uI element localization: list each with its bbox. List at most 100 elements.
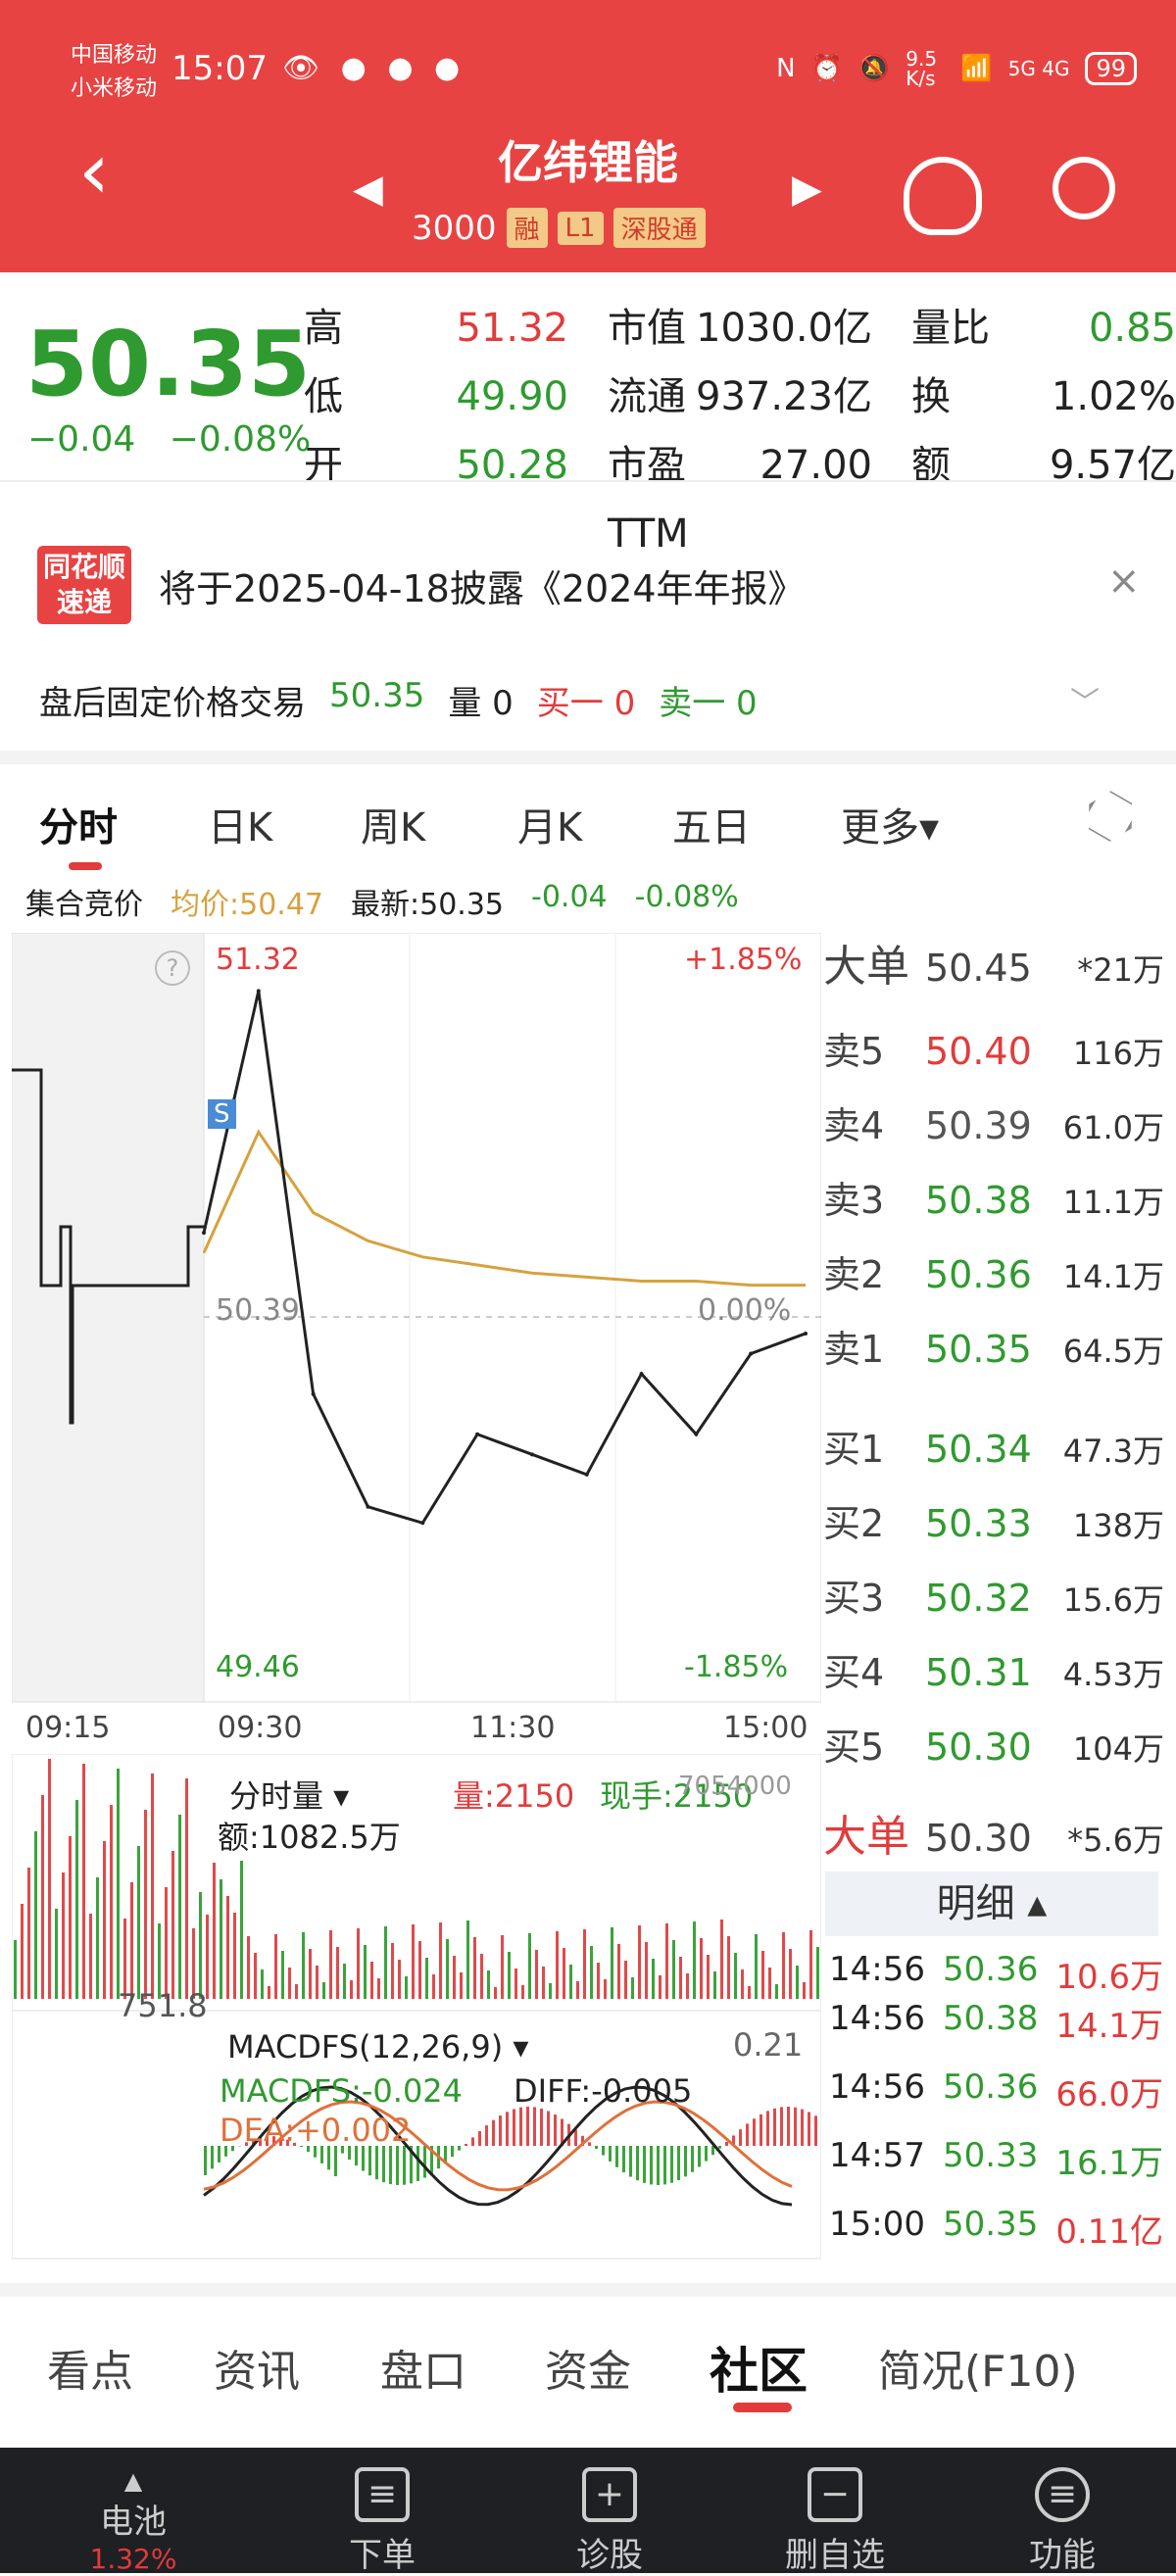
signal-s-icon[interactable]: S — [208, 1099, 236, 1129]
after-hours-row[interactable]: 盘后固定价格交易 50.35 量 0 买一 0 卖一 0 — [39, 676, 758, 724]
tab-community[interactable]: 社区 — [710, 2332, 808, 2403]
status-right: N ⏰ 🔕 9.5 K/s 📶 5G 4G 99 — [776, 49, 1137, 88]
volume-bar — [466, 1920, 469, 1999]
next-stock-icon[interactable]: ▶ — [792, 167, 822, 212]
macd-title[interactable]: MACDFS(12,26,9) ▾ — [227, 2028, 528, 2066]
chevron-down-icon[interactable]: ﹀ — [1070, 678, 1100, 721]
volume-bar — [748, 1986, 751, 1999]
nav-diagnose[interactable]: + 诊股 — [521, 2467, 698, 2576]
nav-functions[interactable]: ≡ 功能 — [974, 2467, 1151, 2576]
bid-vol: 104万 — [1056, 1725, 1164, 1770]
status-bar: 中国移动 小米移动 15:07 👁 ● ● ● N ⏰ 🔕 9.5 K/s 📶 … — [0, 39, 1176, 108]
tab-intraday[interactable]: 分时 — [39, 796, 118, 852]
price-point — [749, 1352, 753, 1356]
volume-bar — [480, 1954, 483, 1999]
volume-bar — [755, 1934, 758, 1999]
volume-bar — [82, 1764, 85, 1999]
bid-row[interactable]: 买350.3215.6万 — [823, 1568, 1166, 1622]
nav-remove-watchlist[interactable]: − 删自选 — [747, 2467, 923, 2576]
time-0915: 09:15 — [25, 1711, 110, 1745]
tab-five-day[interactable]: 五日 — [672, 796, 751, 852]
quote-col-1: 高51.32 低49.90 开50.28 — [304, 294, 568, 500]
macd-bar — [718, 2146, 721, 2149]
tab-funds[interactable]: 资金 — [545, 2336, 631, 2399]
bid-row[interactable]: 买250.33138万 — [823, 1493, 1166, 1547]
mktcap-value: 1030.0亿 — [696, 294, 872, 363]
volume-bar — [89, 1914, 92, 1999]
ask-row[interactable]: 卖150.3564.5万 — [823, 1319, 1166, 1373]
detail-toggle-button[interactable]: 明细 ▴ — [825, 1871, 1158, 1936]
price-point — [475, 1433, 479, 1436]
macd-bar — [519, 2108, 522, 2146]
macd-bar — [533, 2107, 536, 2146]
macd-bar — [808, 2112, 810, 2146]
trade-vol: 14.1万 — [1055, 1999, 1163, 2047]
volume-bar — [535, 1950, 538, 1999]
volume-bar — [631, 1977, 634, 1999]
volume-bar — [796, 1966, 799, 1999]
tab-orderbook[interactable]: 盘口 — [380, 2336, 466, 2399]
price-line — [204, 991, 806, 1523]
ask-row[interactable]: 卖450.3961.0万 — [823, 1095, 1166, 1149]
tab-weekly-k[interactable]: 周K — [361, 796, 425, 852]
volume-bar — [412, 1924, 415, 1999]
bid-label: 买2 — [823, 1493, 925, 1547]
volume-bar — [309, 1949, 312, 1999]
change-pct: −0.08% — [170, 419, 312, 460]
volume-bar — [418, 1941, 421, 1999]
tab-more[interactable]: 更多▾ — [841, 796, 939, 852]
macd-bar — [684, 2146, 687, 2176]
tab-news[interactable]: 资讯 — [214, 2336, 300, 2399]
stock-code: 3000 — [412, 209, 497, 248]
volume-bar — [261, 1969, 264, 1999]
tab-highlights[interactable]: 看点 — [47, 2336, 133, 2399]
macd-bar — [416, 2146, 419, 2181]
tab-daily-k[interactable]: 日K — [208, 796, 272, 852]
low-value: 49.90 — [456, 363, 568, 431]
change-value: −0.04 — [27, 419, 135, 460]
volume-title[interactable]: 分时量 ▾ — [229, 1772, 349, 1817]
volume-bar — [172, 1851, 174, 1999]
price-point — [257, 989, 261, 993]
ask-vol: 11.1万 — [1056, 1178, 1164, 1223]
nav-diagnose-label: 诊股 — [521, 2528, 698, 2576]
badge-connect: 深股通 — [613, 208, 706, 248]
help-icon[interactable]: ? — [155, 950, 190, 986]
indicator-panels[interactable]: 分时量 ▾ 量:2150 现手:2150 额:1082.5万 751.8 705… — [12, 1754, 821, 2263]
after-hours-sell1: 卖一 0 — [659, 676, 757, 724]
intraday-chart[interactable]: 51.32 +1.85% 50.39 0.00% 49.46 -1.85% ? … — [12, 933, 821, 1707]
bid-row[interactable]: 买450.314.53万 — [823, 1642, 1166, 1696]
ask-row[interactable]: 卖350.3811.1万 — [823, 1170, 1166, 1224]
search-icon[interactable] — [1053, 157, 1115, 219]
bid-row[interactable]: 买550.30104万 — [823, 1717, 1166, 1771]
nav-sector-label: 电池 — [45, 2495, 221, 2543]
close-icon[interactable]: × — [1107, 559, 1141, 604]
big-sell-label: 大单 — [823, 1801, 925, 1864]
tab-profile[interactable]: 简况(F10) — [878, 2336, 1078, 2399]
alarm-icon: ⏰ — [811, 54, 843, 83]
robot-assistant-icon[interactable] — [904, 157, 982, 235]
volume-bar — [624, 1961, 627, 1999]
ask-row[interactable]: 卖550.40116万 — [823, 1021, 1166, 1075]
volume-bar — [302, 1932, 305, 1999]
signal-icon: 5G 4G — [1008, 57, 1070, 80]
bid-row[interactable]: 买150.3447.3万 — [823, 1419, 1166, 1473]
tab-monthly-k[interactable]: 月K — [517, 796, 582, 852]
volume-bar — [549, 1983, 552, 1999]
nav-order[interactable]: ≡ 下单 — [294, 2467, 470, 2576]
ask-row[interactable]: 卖250.3614.1万 — [823, 1244, 1166, 1298]
chart-high: 51.32 — [216, 943, 300, 977]
volume-bar — [178, 1815, 181, 1999]
notice-text[interactable]: 将于2025-04-18披露《2024年年报》 — [159, 559, 806, 612]
macd-bar — [677, 2146, 680, 2180]
ask-price: 50.40 — [925, 1030, 1056, 1073]
macd-bar — [636, 2146, 639, 2180]
trade-row: 15:0050.350.11亿 — [829, 2205, 1172, 2253]
badge-level: L1 — [558, 212, 604, 245]
price-point — [804, 1332, 808, 1336]
volume-bar — [720, 1920, 723, 1999]
nav-sector[interactable]: ▲ 电池 1.32% — [45, 2467, 221, 2575]
auction-area — [12, 933, 204, 1702]
volume-bar — [686, 1973, 689, 1999]
chart-down-pct: -1.85% — [684, 1650, 788, 1684]
